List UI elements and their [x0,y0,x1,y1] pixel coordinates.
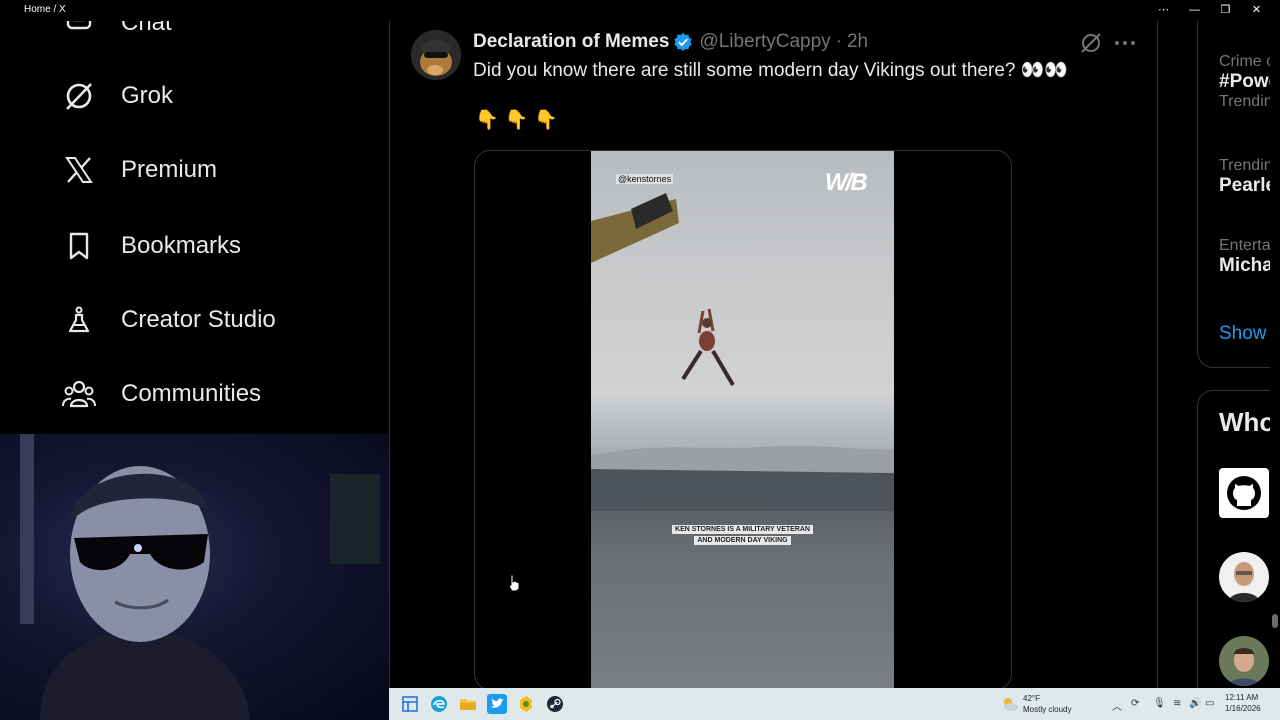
trend-category: Enterta [1219,237,1271,254]
tweet-media[interactable]: @kenstornes W/B KEN STORNES IS A MILITAR… [474,150,1012,690]
sidebar-item-premium[interactable]: Premium [62,146,217,194]
weather-description[interactable]: Mostly cloudy [1023,705,1071,714]
start-icon[interactable] [400,694,420,714]
caption-line: KEN STORNES IS A MILITARY VETERAN [672,525,813,534]
wifi-icon[interactable]: ≋ [1173,698,1181,709]
weather-temperature[interactable]: 42°F [1023,694,1040,703]
tweet-header: Declaration of Memes @LibertyCappy · 2h [473,31,868,53]
sidebar-item-label: Grok [121,82,174,109]
window-title: Home / X [24,4,66,15]
microphone-icon[interactable]: 🎙 [1153,698,1166,709]
sidebar-item-bookmarks[interactable]: Bookmarks [62,222,241,270]
sidebar-item-label: Bookmarks [121,232,242,259]
video-frame [591,193,894,511]
sidebar-item-label: Premium [121,156,218,183]
video-logo: W/B [825,169,868,196]
right-sidebar: Crime ove #Powe Trendin Trendin Pearle E… [1158,21,1280,720]
x-logo-icon [62,153,96,187]
window-controls: ⋯ — ❐ ✕ [1148,0,1272,21]
author-name[interactable]: Declaration of Memes [473,31,669,53]
timeline-column: Declaration of Memes @LibertyCappy · 2h … [389,21,1158,720]
video-watermark: @kenstornes [616,174,674,184]
follow-suggestion-avatar[interactable] [1219,552,1269,602]
sidebar-item-chat[interactable]: Chat [62,21,172,47]
steam-icon[interactable] [545,694,565,714]
sidebar-item-label: Chat [121,21,172,36]
grok-icon [62,79,96,113]
video-caption: KEN STORNES IS A MILITARY VETERAN AND MO… [671,523,814,547]
trend-title: Micha [1219,255,1273,276]
page-scrollbar[interactable] [1270,21,1280,686]
window-minimize-button[interactable]: — [1179,0,1210,21]
weather-cloud-icon[interactable] [1001,696,1019,712]
window-titlebar: Home / X ⋯ — ❐ ✕ [0,0,1280,21]
chat-icon [62,21,96,40]
webcam-feed [20,434,380,720]
clock-time[interactable]: 12:11 AM [1225,693,1258,702]
chevron-up-icon[interactable]: ︿ [1112,698,1122,713]
follow-suggestion-avatar[interactable] [1219,636,1269,686]
more-options-icon[interactable] [1113,33,1137,53]
separator-dot: · [835,31,842,52]
battery-icon[interactable]: ▭ [1205,698,1214,709]
file-explorer-icon[interactable] [458,694,478,714]
people-icon [62,377,96,411]
pinned-app-icon[interactable] [516,694,536,714]
flask-icon [62,303,96,337]
taskbar: 42°F Mostly cloudy ︿ ⟳ 🎙 ≋ 🔊 ▭ 12:11 AM … [389,688,1280,720]
sidebar-item-label: Creator Studio [121,306,276,333]
video-player[interactable]: @kenstornes W/B KEN STORNES IS A MILITAR… [591,151,894,689]
sidebar-item-grok[interactable]: Grok [62,72,173,120]
github-avatar[interactable] [1219,468,1269,518]
author-handle[interactable]: @LibertyCappy [699,31,830,53]
volume-icon[interactable]: 🔊 [1189,698,1201,709]
bookmark-icon [62,229,96,263]
clock-date[interactable]: 1/16/2026 [1225,704,1261,713]
verified-badge-icon [674,32,693,52]
twitter-icon[interactable] [487,694,507,714]
sync-icon[interactable]: ⟳ [1131,698,1139,709]
tweet-text: Did you know there are still some modern… [473,60,1069,81]
caption-line: AND MODERN DAY VIKING [694,536,791,545]
sidebar-item-communities[interactable]: Communities [62,370,261,418]
pointing-down-emoji: 👇 [475,110,499,131]
tweet-timestamp[interactable]: 2h [847,31,868,53]
trend-item[interactable]: Trendin Pearle [1219,157,1276,197]
sidebar-item-creator-studio[interactable]: Creator Studio [62,296,276,344]
trend-category: Trendin [1219,157,1273,174]
who-to-follow-title: Who [1219,407,1276,437]
hand-cursor-icon [508,574,520,592]
scrollbar-thumb[interactable] [1272,614,1278,628]
window-restore-button[interactable]: ❐ [1210,0,1241,21]
edge-icon[interactable] [429,694,449,714]
sidebar-item-label: Communities [121,380,262,407]
window-close-button[interactable]: ✕ [1241,0,1272,21]
trend-item[interactable]: Enterta Micha [1219,237,1273,277]
show-more-link[interactable]: Show [1219,323,1267,345]
author-avatar[interactable] [411,30,461,80]
window-more-button[interactable]: ⋯ [1148,0,1179,21]
grok-icon[interactable] [1079,31,1103,55]
sidebar-nav: Chat Grok Premium Bookmarks Creator Stud… [0,21,389,434]
webcam-overlay [0,434,389,720]
emoji-line: 👇 👇 👇 [475,108,558,132]
pointing-down-emoji: 👇 [504,110,529,131]
pointing-down-emoji: 👇 [534,110,559,131]
trend-title: Pearle [1219,175,1277,196]
